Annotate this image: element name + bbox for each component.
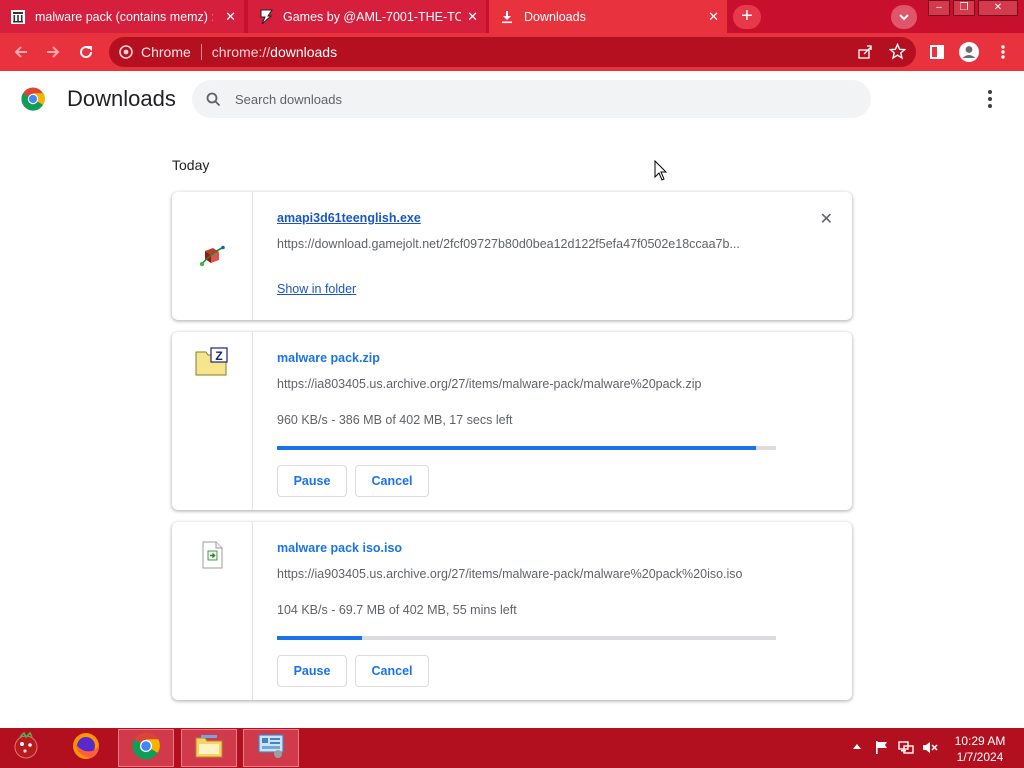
taskbar-control-panel[interactable] — [243, 729, 299, 767]
side-panel-button[interactable] — [924, 39, 950, 65]
archive-icon — [10, 9, 26, 25]
progress-bar — [277, 636, 776, 640]
close-icon[interactable]: ✕ — [467, 9, 478, 25]
progress-fill — [277, 636, 362, 640]
downloads-page: Downloads Today amapi3d — [0, 71, 1024, 728]
start-orb-icon — [11, 731, 41, 766]
site-label: Chrome — [141, 44, 191, 60]
tab-downloads[interactable]: Downloads ✕ — [489, 0, 727, 33]
chrome-icon — [119, 45, 133, 59]
close-window-button[interactable]: ✕ — [978, 0, 1018, 16]
download-item: amapi3d61teenglish.exe https://download.… — [172, 192, 852, 320]
address-bar[interactable]: Chrome chrome:// downloads — [109, 37, 916, 67]
taskbar-explorer[interactable] — [181, 729, 237, 767]
tab-strip: malware pack (contains memz) : ✕ Games b… — [0, 0, 1024, 33]
download-item: Z malware pack.zip https://ia803405.us.a… — [172, 332, 852, 510]
file-name-link[interactable]: amapi3d61teenglish.exe — [277, 211, 421, 225]
tab-title: Games by @AML-7001-THE-TOR — [283, 9, 461, 24]
source-url: https://ia803405.us.archive.org/27/items… — [277, 377, 702, 391]
download-item: malware pack iso.iso https://ia903405.us… — [172, 522, 852, 700]
file-icon-column — [172, 192, 253, 320]
file-icon-column — [172, 522, 253, 700]
share-icon[interactable] — [857, 44, 873, 63]
chrome-logo-icon — [21, 87, 45, 116]
action-center-flag-icon[interactable] — [874, 740, 889, 758]
tab-title: Downloads — [524, 9, 586, 24]
taskbar-firefox[interactable] — [58, 729, 114, 767]
iso-file-icon — [195, 538, 229, 572]
site-info[interactable]: Chrome — [119, 44, 191, 60]
chrome-icon — [132, 732, 160, 765]
source-url: https://ia903405.us.archive.org/27/items… — [277, 567, 743, 581]
gamejolt-icon — [258, 9, 274, 25]
forward-button[interactable] — [40, 39, 66, 65]
exe-package-icon — [195, 239, 229, 273]
page-title: Downloads — [67, 86, 176, 111]
close-icon[interactable]: ✕ — [225, 9, 236, 25]
search-box[interactable] — [192, 80, 871, 118]
downloads-header: Downloads — [0, 71, 1024, 127]
search-input[interactable] — [235, 91, 835, 107]
firefox-icon — [71, 731, 101, 766]
browser-toolbar: Chrome chrome:// downloads — [0, 33, 1024, 71]
show-hidden-icons-chevron-icon[interactable] — [852, 741, 862, 755]
file-icon-column: Z — [172, 332, 253, 510]
system-clock[interactable]: 10:29 AM 1/7/2024 — [946, 733, 1014, 765]
source-url: https://download.gamejolt.net/2fcf09727b… — [277, 237, 740, 251]
file-name[interactable]: malware pack.zip — [277, 351, 380, 365]
search-icon — [206, 92, 221, 107]
clock-time: 10:29 AM — [954, 734, 1006, 748]
tab-title: malware pack (contains memz) : — [35, 9, 213, 24]
omnibox-divider — [200, 44, 202, 60]
date-group-label: Today — [172, 157, 210, 173]
download-icon — [499, 9, 515, 25]
windows-taskbar: 10:29 AM 1/7/2024 — [0, 728, 1024, 768]
start-button[interactable] — [0, 729, 52, 767]
network-icon[interactable] — [898, 740, 914, 758]
url-host: downloads — [270, 44, 338, 60]
progress-fill — [277, 446, 757, 450]
pause-button[interactable]: Pause — [277, 655, 347, 687]
cancel-button[interactable]: Cancel — [355, 655, 429, 687]
tab-archive[interactable]: malware pack (contains memz) : ✕ — [0, 0, 244, 33]
control-panel-icon — [256, 732, 286, 765]
remove-item-close-icon[interactable]: ✕ — [820, 209, 833, 229]
url-scheme: chrome:// — [211, 44, 271, 60]
restore-button[interactable]: ❐ — [953, 0, 975, 16]
close-icon[interactable]: ✕ — [708, 9, 719, 25]
show-in-folder-link[interactable]: Show in folder — [277, 282, 356, 296]
taskbar-chrome[interactable] — [118, 729, 174, 767]
minimize-button[interactable]: – — [928, 0, 950, 16]
progress-bar — [277, 446, 776, 450]
menu-kebab-icon[interactable] — [990, 39, 1016, 65]
reload-button[interactable] — [73, 39, 99, 65]
tab-search-button[interactable] — [891, 5, 917, 29]
volume-muted-icon[interactable] — [922, 740, 938, 758]
download-status: 960 KB/s - 386 MB of 402 MB, 17 secs lef… — [277, 413, 513, 427]
pause-button[interactable]: Pause — [277, 465, 347, 497]
folder-icon — [194, 732, 224, 765]
file-name[interactable]: malware pack iso.iso — [277, 541, 402, 555]
download-status: 104 KB/s - 69.7 MB of 402 MB, 55 mins le… — [277, 603, 517, 617]
tab-gamejolt[interactable]: Games by @AML-7001-THE-TOR ✕ — [248, 0, 486, 33]
cancel-button[interactable]: Cancel — [355, 465, 429, 497]
bookmark-star-icon[interactable] — [888, 42, 907, 63]
zip-folder-icon: Z — [195, 345, 229, 379]
svg-text:Z: Z — [215, 349, 222, 363]
new-tab-button[interactable]: + — [733, 5, 761, 29]
more-actions-icon[interactable] — [980, 88, 1000, 110]
profile-avatar[interactable] — [956, 39, 982, 65]
mouse-cursor-icon — [654, 159, 668, 187]
clock-date: 1/7/2024 — [956, 750, 1004, 764]
back-button[interactable] — [8, 39, 34, 65]
